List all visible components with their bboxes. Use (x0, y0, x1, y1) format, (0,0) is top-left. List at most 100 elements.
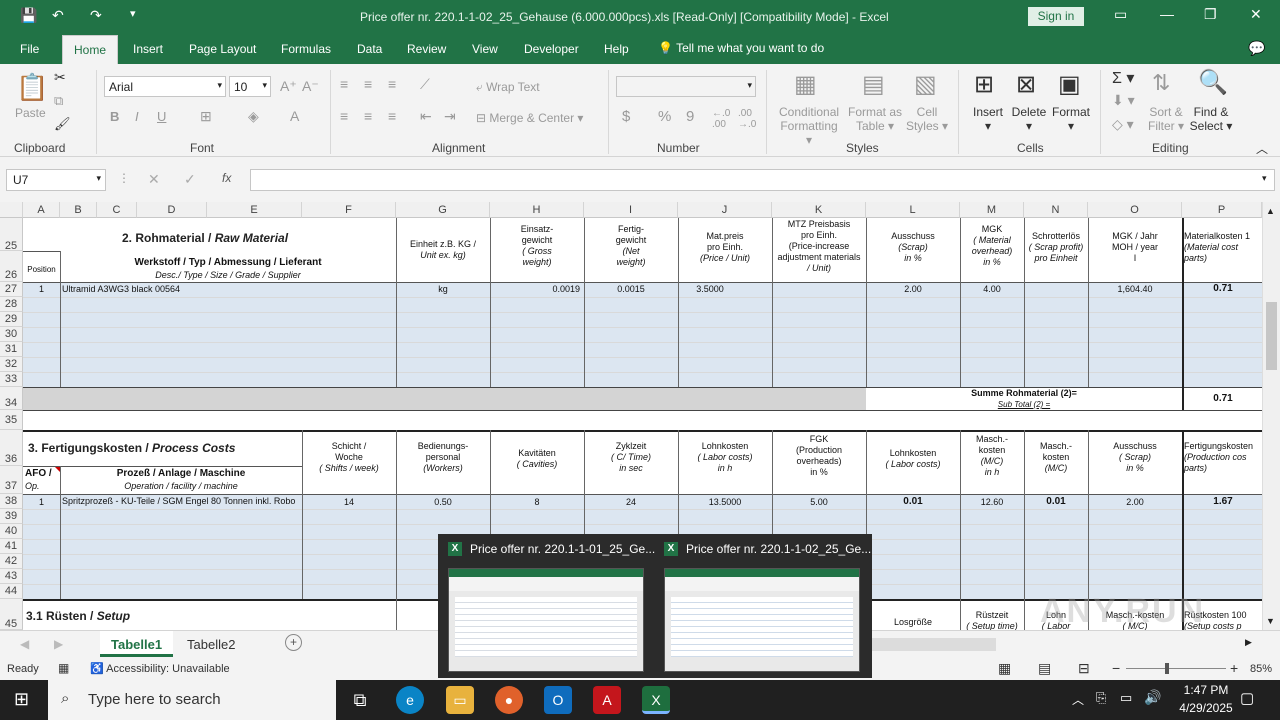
zoom-slider[interactable] (1126, 668, 1226, 669)
menu-file[interactable]: File (20, 42, 39, 56)
insert-cells-button[interactable]: Insert ▾ (972, 105, 1004, 133)
r38-cycle[interactable]: 24 (584, 497, 678, 508)
menu-insert[interactable]: Insert (133, 42, 163, 56)
preview-thumbnail-2[interactable] (664, 568, 860, 672)
save-icon[interactable]: 💾 (20, 7, 37, 24)
r27-gross[interactable]: 0.0019 (490, 284, 580, 295)
r27-mgk[interactable]: 4.00 (960, 284, 1024, 295)
r38-workers[interactable]: 0.50 (396, 497, 490, 508)
scroll-down-icon[interactable]: ▼ (1266, 616, 1275, 626)
r38-cost[interactable]: 1.67 (1184, 496, 1262, 507)
column-header-o[interactable]: O (1088, 202, 1182, 218)
sort-filter-button[interactable]: Sort & Filter ▾ (1146, 105, 1186, 133)
row-header-35[interactable]: 35 (0, 410, 23, 430)
next-sheet-icon[interactable]: ▶ (54, 637, 63, 651)
font-color-icon[interactable]: A (290, 108, 299, 124)
preview-thumbnail-1[interactable] (448, 568, 644, 672)
find-select-button[interactable]: Find & Select ▾ (1188, 105, 1234, 133)
row-header-36[interactable]: 36 (0, 430, 23, 466)
r38-pos[interactable]: 1 (23, 497, 60, 508)
format-as-table-icon[interactable]: ▤ (862, 70, 885, 99)
r27-cost[interactable]: 0.71 (1184, 283, 1262, 294)
delete-cells-icon[interactable]: ⊠ (1016, 70, 1036, 99)
formula-input[interactable] (250, 169, 1275, 191)
conditional-formatting-icon[interactable]: ▦ (794, 70, 817, 99)
menu-view[interactable]: View (472, 42, 498, 56)
row-header-26[interactable]: 26 (0, 251, 23, 282)
increase-indent-icon[interactable]: ⇥ (444, 108, 456, 125)
decrease-decimal-icon[interactable]: .00 →.0 (738, 108, 756, 130)
column-header-i[interactable]: I (584, 202, 678, 218)
excel-taskbar-icon[interactable]: X (642, 686, 670, 714)
menu-data[interactable]: Data (357, 42, 382, 56)
menu-review[interactable]: Review (407, 42, 446, 56)
column-header-k[interactable]: K (772, 202, 866, 218)
cut-icon[interactable]: ✂ (54, 69, 66, 86)
row-header-25[interactable]: 25 (0, 218, 23, 252)
edge-icon[interactable]: e (396, 686, 424, 714)
tell-me-search[interactable]: 💡 Tell me what you want to do (658, 41, 824, 55)
menu-developer[interactable]: Developer (524, 42, 579, 56)
borders-icon[interactable]: ⊞ (200, 108, 212, 125)
increase-font-icon[interactable]: A⁺ (280, 78, 297, 95)
row-header-31[interactable]: 31 (0, 342, 23, 357)
row-header-39[interactable]: 39 (0, 509, 23, 524)
r27-price[interactable]: 3.5000 (678, 284, 742, 295)
vertical-scrollbar[interactable]: ▲ ▼ (1262, 202, 1280, 630)
row-header-27[interactable]: 27 (0, 282, 23, 297)
page-break-view-icon[interactable]: ⊟ (1078, 660, 1090, 677)
column-header-a[interactable]: A (23, 202, 60, 218)
tray-chevron-icon[interactable]: ︿ (1072, 691, 1084, 708)
insert-function-button[interactable]: fx (222, 171, 231, 185)
r27-desc[interactable]: Ultramid A3WG3 black 00564 (62, 284, 396, 295)
accessibility-status[interactable]: ♿ Accessibility: Unavailable (90, 662, 230, 675)
menu-formulas[interactable]: Formulas (281, 42, 331, 56)
find-icon[interactable]: 🔍 (1198, 68, 1228, 97)
r38-cavities[interactable]: 8 (490, 497, 584, 508)
align-bottom-icon[interactable]: ≡ (388, 76, 396, 92)
page-layout-view-icon[interactable]: ▤ (1038, 660, 1051, 677)
r38-shifts[interactable]: 14 (302, 497, 396, 508)
cancel-icon[interactable]: ✕ (148, 171, 160, 188)
number-format-box[interactable]: ▾ (616, 76, 756, 97)
paste-icon[interactable]: 📋 (16, 72, 48, 103)
r38-mc-cost[interactable]: 0.01 (1024, 496, 1088, 507)
macro-record-icon[interactable]: ▦ (58, 661, 69, 675)
scroll-up-icon[interactable]: ▲ (1266, 206, 1275, 216)
r38-labor-cost[interactable]: 0.01 (866, 496, 960, 507)
undo-icon[interactable]: ↶ (52, 7, 64, 24)
delete-cells-button[interactable]: Delete ▾ (1011, 105, 1047, 133)
row-header-40[interactable]: 40 (0, 524, 23, 539)
r38-mc[interactable]: 12.60 (960, 497, 1024, 508)
name-box[interactable]: U7 ▾ (6, 169, 106, 191)
r27-net[interactable]: 0.0015 (584, 284, 678, 295)
column-header-b[interactable]: B (60, 202, 97, 218)
sign-in-button[interactable]: Sign in (1028, 7, 1084, 26)
sum-value[interactable]: 0.71 (1184, 393, 1262, 404)
volume-icon[interactable]: 🔊 (1144, 689, 1161, 706)
acrobat-icon[interactable]: A (593, 686, 621, 714)
clear-icon[interactable]: ◇ ▾ (1112, 116, 1134, 133)
autosum-icon[interactable]: Σ ▾ (1112, 68, 1134, 88)
row-header-28[interactable]: 28 (0, 297, 23, 312)
align-top-icon[interactable]: ≡ (340, 76, 348, 92)
column-header-n[interactable]: N (1024, 202, 1088, 218)
cell-styles-icon[interactable]: ▧ (914, 70, 937, 99)
row-header-38[interactable]: 38 (0, 494, 23, 509)
underline-button[interactable]: U (157, 109, 166, 124)
italic-button[interactable]: I (135, 109, 139, 124)
column-header-j[interactable]: J (678, 202, 772, 218)
align-middle-icon[interactable]: ≡ (364, 76, 372, 92)
align-center-icon[interactable]: ≡ (364, 108, 372, 124)
taskbar-time[interactable]: 1:47 PM (1170, 683, 1242, 697)
column-header-m[interactable]: M (960, 202, 1024, 218)
column-header-h[interactable]: H (490, 202, 584, 218)
zoom-slider-thumb[interactable] (1165, 663, 1169, 674)
format-cells-icon[interactable]: ▣ (1058, 70, 1081, 99)
menu-home[interactable]: Home (62, 35, 119, 64)
network-icon[interactable]: ▭ (1120, 690, 1132, 706)
insert-cells-icon[interactable]: ⊞ (974, 70, 994, 99)
expand-formula-icon[interactable]: ▾ (1262, 173, 1267, 184)
zoom-level[interactable]: 85% (1250, 663, 1272, 675)
r27-pos[interactable]: 1 (23, 284, 60, 295)
